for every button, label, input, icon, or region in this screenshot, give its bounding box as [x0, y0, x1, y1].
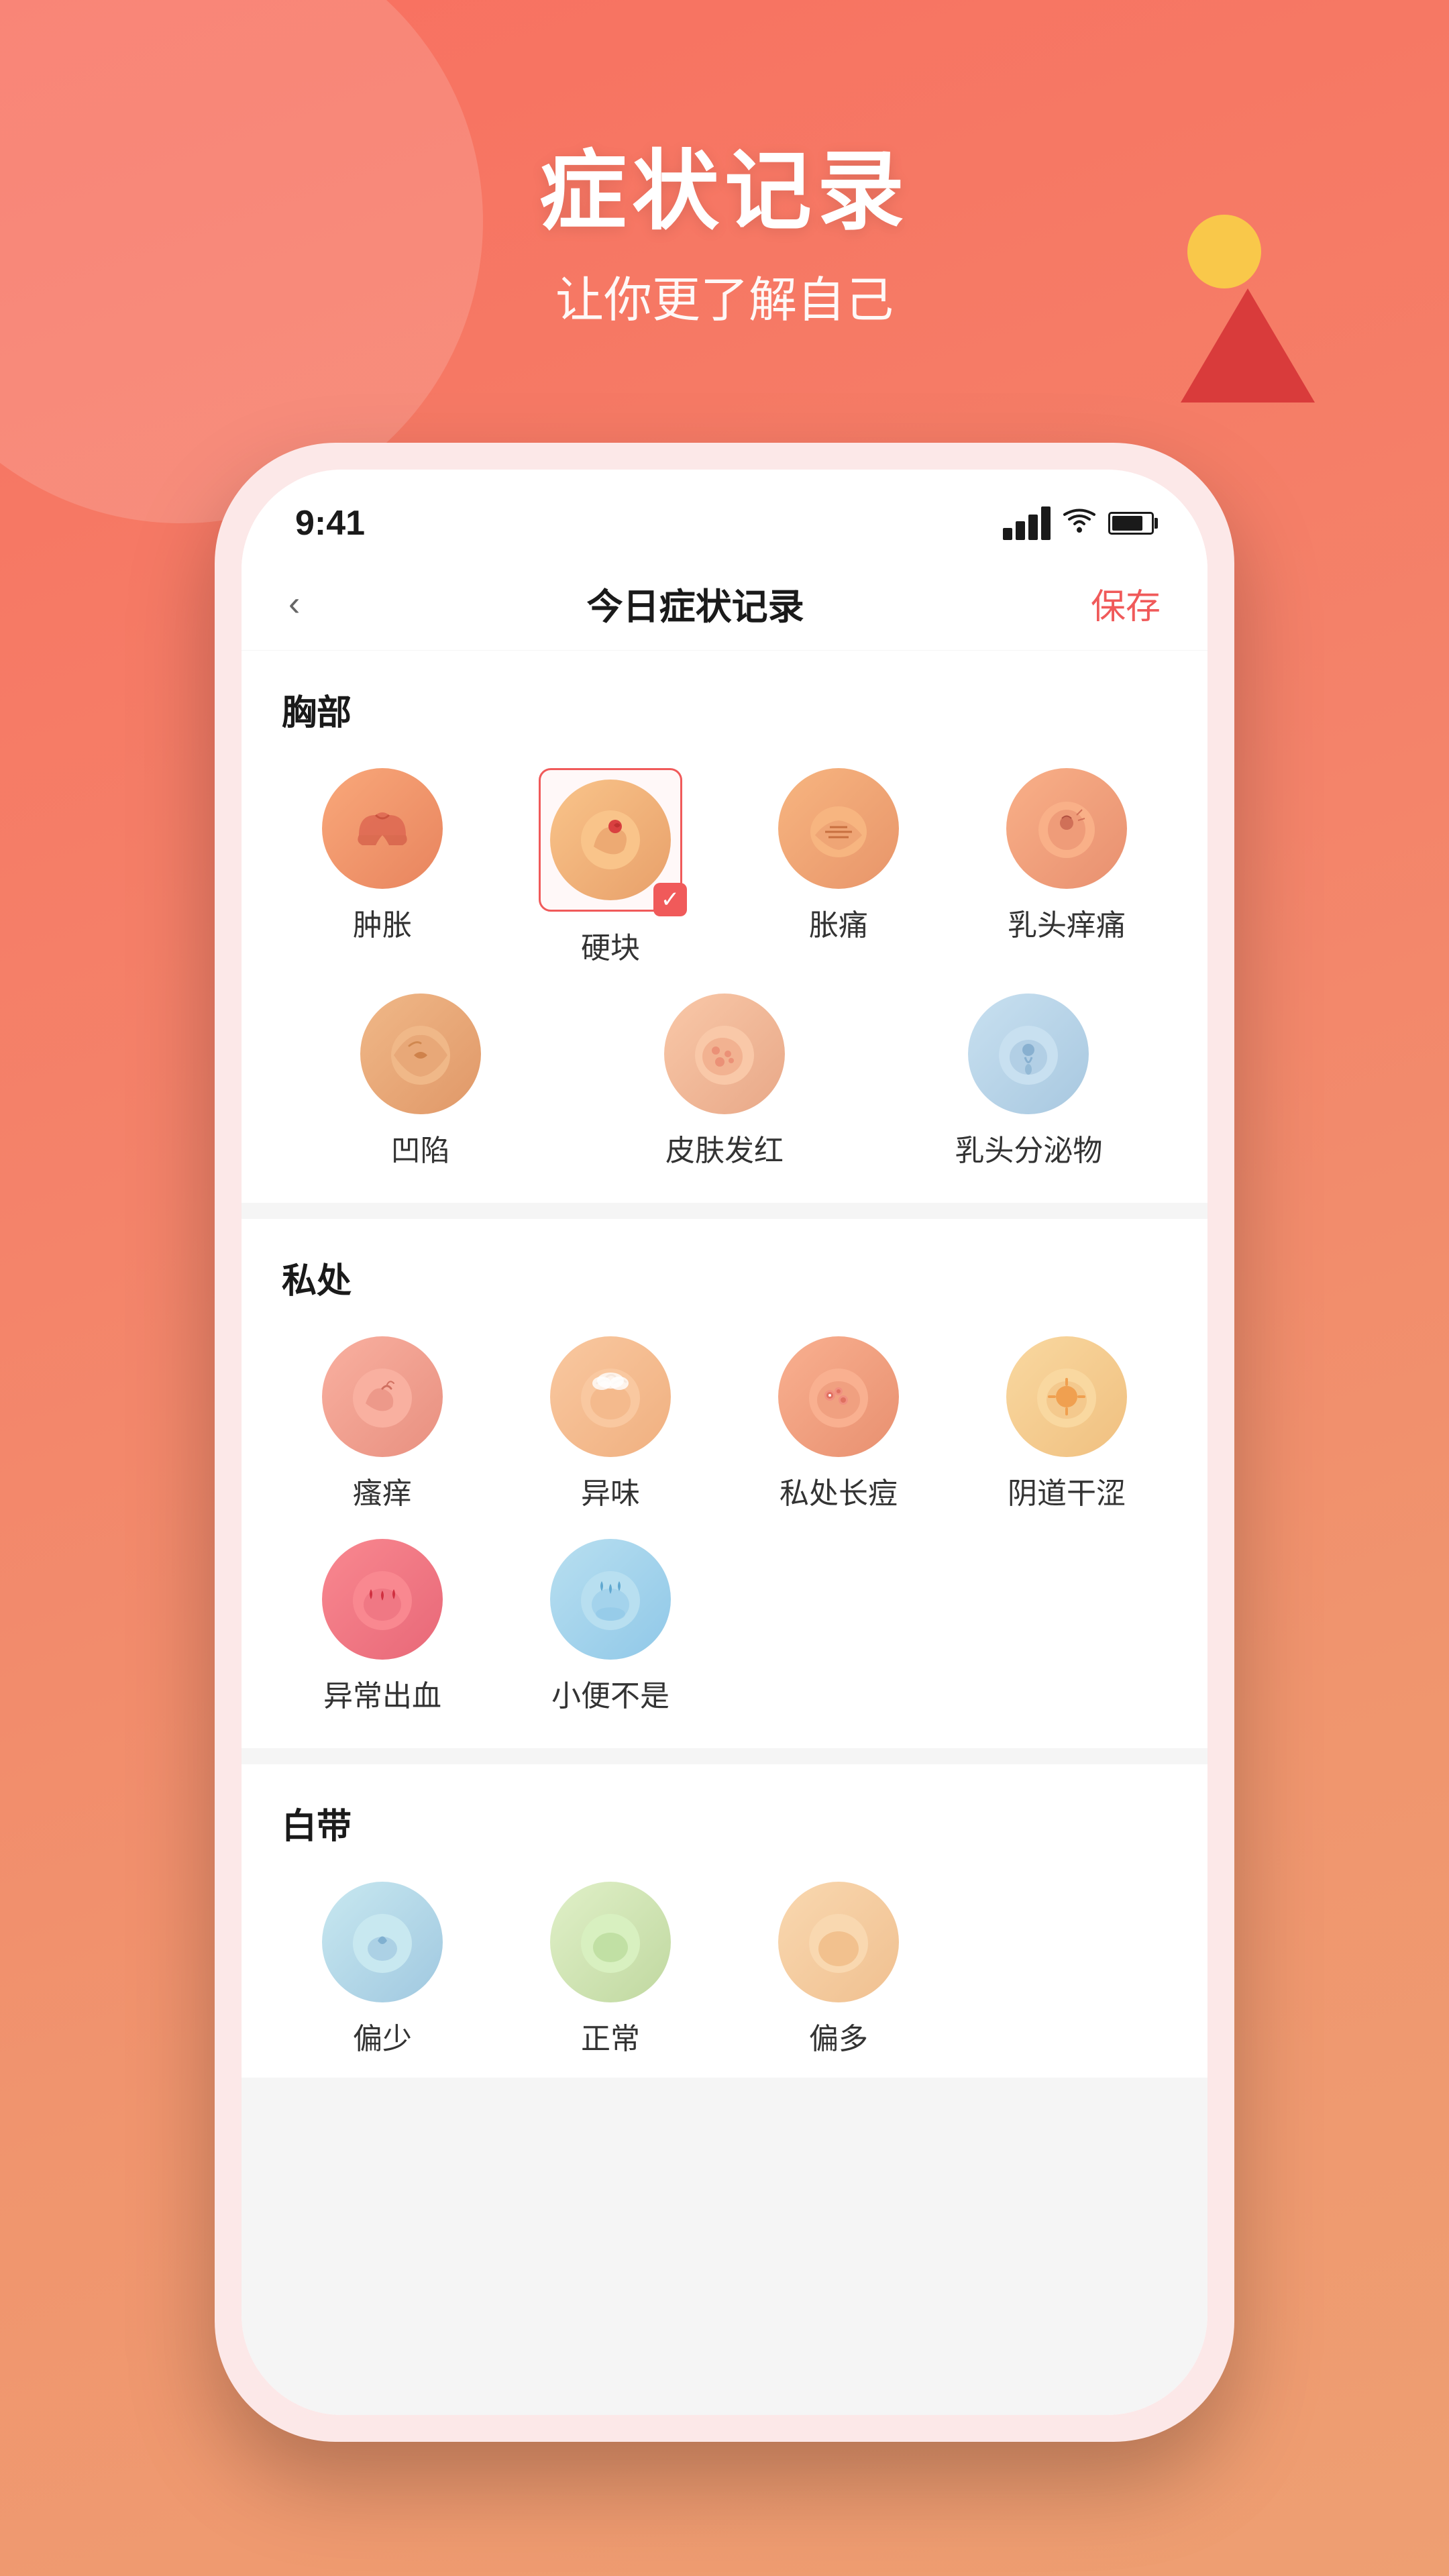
yichangchuxue-icon — [322, 1539, 443, 1660]
chest-section: 胸部 — [241, 651, 1208, 1203]
yingkuai-icon — [550, 780, 671, 900]
baidi2-label: 正常 — [581, 2015, 640, 2057]
status-bar: 9:41 — [241, 470, 1208, 557]
yichangchuxue-label: 异常出血 — [323, 1672, 441, 1715]
wifi-icon — [1063, 505, 1096, 541]
yiwei-icon — [550, 1336, 671, 1457]
private-grid-row1: 瘙痒 — [282, 1336, 1167, 1512]
phone-mockup: 9:41 — [215, 443, 1234, 2442]
sizuchanzhen-icon — [778, 1336, 899, 1457]
yangyang-label: 瘙痒 — [353, 1469, 412, 1512]
rutouchengtong-label: 乳头痒痛 — [1008, 901, 1126, 944]
baidi2-icon — [550, 1882, 671, 2002]
yindaogannie-icon — [1006, 1336, 1127, 1457]
sizuchanzhen-label: 私处长痘 — [780, 1469, 898, 1512]
symptom-yichangchuxue[interactable]: 异常出血 — [282, 1539, 483, 1715]
app-subtitle: 让你更了解自己 — [539, 260, 910, 331]
chest-grid-row1: 肿胀 — [282, 768, 1167, 967]
pifufahong-icon — [664, 994, 785, 1114]
xiaobian-label: 小便不是 — [551, 1672, 669, 1715]
baidi3-icon — [778, 1882, 899, 2002]
bg-triangle-decoration — [1181, 288, 1315, 402]
yindaogannie-label: 阴道干涩 — [1008, 1469, 1126, 1512]
phone-shell: 9:41 — [215, 443, 1234, 2442]
symptom-zhangtong[interactable]: 胀痛 — [738, 768, 939, 967]
battery-icon — [1108, 512, 1154, 535]
zhangtong-label: 胀痛 — [809, 901, 868, 944]
symptom-baidi2[interactable]: 正常 — [510, 1882, 711, 2057]
rutoufen-label: 乳头分泌物 — [955, 1126, 1102, 1169]
baidi1-label: 偏少 — [353, 2015, 412, 2057]
private-section: 私处 — [241, 1219, 1208, 1748]
signal-icon — [1003, 506, 1051, 540]
private-section-title: 私处 — [282, 1252, 1167, 1303]
discharge-section-title: 白带 — [282, 1798, 1167, 1848]
back-button[interactable]: ‹ — [288, 584, 300, 624]
aoxian-icon — [360, 994, 481, 1114]
symptom-baidi3[interactable]: 偏多 — [738, 1882, 939, 2057]
chest-section-title: 胸部 — [282, 684, 1167, 735]
symptom-rutoufen[interactable]: 乳头分泌物 — [890, 994, 1167, 1169]
nav-bar: ‹ 今日症状记录 保存 — [241, 557, 1208, 651]
symptom-yingkuai[interactable]: ✓ 硬块 — [510, 768, 711, 967]
bg-dot-decoration — [1187, 215, 1261, 288]
xiaobian-icon — [550, 1539, 671, 1660]
zhangtong-icon — [778, 768, 899, 889]
symptom-baidi1[interactable]: 偏少 — [282, 1882, 483, 2057]
zhongzhang-icon — [322, 768, 443, 889]
private-grid-row2: 异常出血 — [282, 1539, 1167, 1715]
zhongzhang-label: 肿胀 — [353, 901, 412, 944]
symptom-xiaobian[interactable]: 小便不是 — [510, 1539, 711, 1715]
save-button[interactable]: 保存 — [1091, 578, 1161, 629]
symptom-yindaogannie[interactable]: 阴道干涩 — [966, 1336, 1167, 1512]
header-text-block: 症状记录 让你更了解自己 — [539, 121, 910, 331]
symptom-aoxian[interactable]: 凹陷 — [282, 994, 559, 1169]
aoxian-label: 凹陷 — [391, 1126, 450, 1169]
symptom-yiwei[interactable]: 异味 — [510, 1336, 711, 1512]
baidi1-icon — [322, 1882, 443, 2002]
content-area: 胸部 — [241, 651, 1208, 2415]
discharge-section: 白带 偏少 — [241, 1764, 1208, 2078]
rutouchengtong-icon — [1006, 768, 1127, 889]
chest-grid-row2: 凹陷 — [282, 994, 1167, 1169]
symptom-yangyang[interactable]: 瘙痒 — [282, 1336, 483, 1512]
nav-title: 今日症状记录 — [587, 577, 804, 630]
symptom-rutouchengtong[interactable]: 乳头痒痛 — [966, 768, 1167, 967]
yangyang-icon — [322, 1336, 443, 1457]
phone-screen: 9:41 — [241, 470, 1208, 2415]
symptom-pifufahong[interactable]: 皮肤发红 — [586, 994, 863, 1169]
discharge-grid: 偏少 正常 — [282, 1882, 1167, 2057]
app-title: 症状记录 — [539, 121, 910, 247]
yingkuai-label: 硬块 — [581, 924, 640, 967]
pifufahong-label: 皮肤发红 — [665, 1126, 784, 1169]
status-icons — [1003, 505, 1154, 541]
status-time: 9:41 — [295, 503, 365, 543]
symptom-sizuchanzhen[interactable]: 私处长痘 — [738, 1336, 939, 1512]
symptom-zhongzhang[interactable]: 肿胀 — [282, 768, 483, 967]
baidi3-label: 偏多 — [809, 2015, 868, 2057]
yiwei-label: 异味 — [581, 1469, 640, 1512]
rutoufen-icon — [968, 994, 1089, 1114]
